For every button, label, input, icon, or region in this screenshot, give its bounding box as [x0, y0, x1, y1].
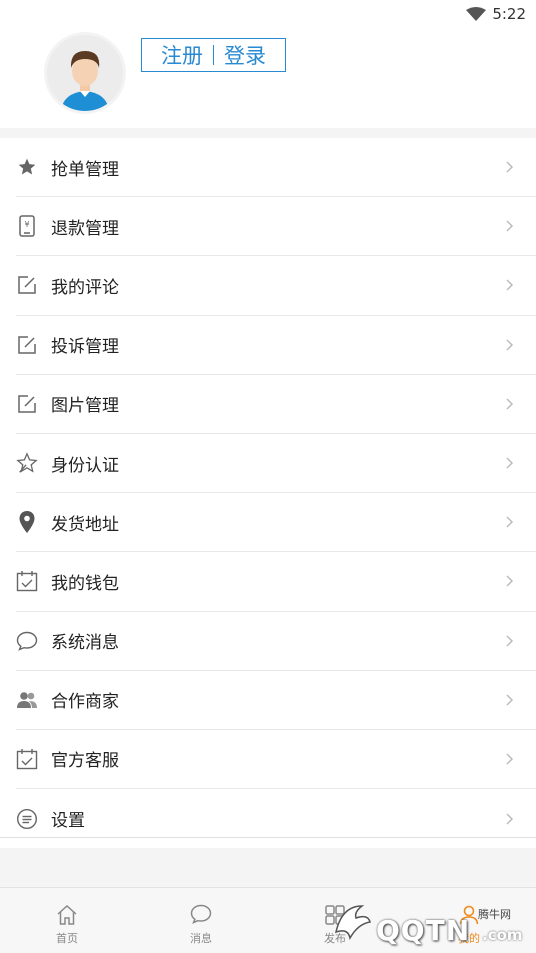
edit-icon — [16, 274, 38, 296]
menu-item-label: 发货地址 — [51, 514, 119, 535]
menu-item-my-reviews[interactable]: 我的评论 — [16, 256, 536, 316]
chat-bubble-icon — [16, 630, 38, 652]
edit-icon — [16, 393, 38, 415]
login-button[interactable]: 登录 — [224, 40, 266, 70]
menu-item-label: 我的钱包 — [51, 573, 119, 594]
chevron-right-icon — [506, 813, 514, 825]
tab-messages[interactable]: 消息 — [156, 888, 246, 953]
menu-item-label: 身份认证 — [51, 455, 119, 476]
chevron-right-icon — [506, 220, 514, 232]
calendar-check-icon — [16, 570, 38, 592]
menu-item-grab-orders[interactable]: 抢单管理 — [16, 138, 536, 198]
watermark-com-text: .com — [482, 926, 523, 944]
menu-item-settings[interactable]: 设置 — [16, 789, 536, 848]
watermark: QQTN 腾牛网 .com — [328, 896, 528, 947]
menu-item-system-messages[interactable]: 系统消息 — [16, 612, 536, 671]
chevron-right-icon — [506, 516, 514, 528]
chevron-right-icon — [506, 398, 514, 410]
menu-item-identity[interactable]: 身份认证 — [16, 434, 536, 494]
tab-home[interactable]: 首页 — [22, 888, 112, 953]
star-outline-icon — [16, 452, 38, 474]
chevron-right-icon — [506, 575, 514, 587]
menu-list: 抢单管理 ¥ 退款管理 我的评论 投诉管理 图片管理 身份认证 发货地址 我的钱… — [0, 138, 536, 849]
menu-item-label: 抢单管理 — [51, 159, 119, 180]
watermark-logo-icon — [334, 905, 371, 941]
location-pin-icon — [16, 511, 38, 534]
star-icon — [16, 156, 38, 178]
chevron-right-icon — [506, 279, 514, 291]
avatar-person-icon — [47, 35, 123, 111]
users-icon — [16, 689, 38, 711]
chevron-right-icon — [506, 753, 514, 765]
menu-item-customer-service[interactable]: 官方客服 — [16, 730, 536, 790]
menu-item-label: 图片管理 — [51, 396, 119, 417]
status-time: 5:22 — [492, 5, 526, 23]
profile-header: 注册 登录 — [0, 28, 536, 128]
menu-item-label: 系统消息 — [51, 633, 119, 654]
edit-icon — [16, 334, 38, 356]
chevron-right-icon — [506, 339, 514, 351]
chevron-right-icon — [506, 457, 514, 469]
watermark-text: QQTN — [376, 914, 471, 947]
calendar-check-icon — [16, 748, 38, 770]
settings-bubble-icon — [16, 808, 38, 830]
phone-yen-icon: ¥ — [16, 215, 38, 238]
menu-item-label: 合作商家 — [51, 692, 119, 713]
menu-item-wallet[interactable]: 我的钱包 — [16, 552, 536, 612]
menu-item-label: 设置 — [51, 811, 85, 832]
auth-divider — [213, 45, 214, 65]
wifi-icon — [466, 7, 486, 21]
menu-item-partners[interactable]: 合作商家 — [16, 671, 536, 730]
chevron-right-icon — [506, 161, 514, 173]
menu-item-label: 官方客服 — [51, 751, 119, 772]
svg-text:¥: ¥ — [24, 220, 29, 229]
menu-divider — [0, 837, 536, 838]
chevron-right-icon — [506, 694, 514, 706]
menu-item-label: 退款管理 — [51, 218, 119, 239]
menu-item-label: 我的评论 — [51, 277, 119, 298]
register-button[interactable]: 注册 — [161, 40, 203, 70]
avatar[interactable] — [44, 32, 126, 114]
menu-item-complaints[interactable]: 投诉管理 — [16, 316, 536, 375]
menu-item-images[interactable]: 图片管理 — [16, 375, 536, 434]
watermark-cn-text: 腾牛网 — [478, 908, 511, 921]
auth-buttons: 注册 登录 — [141, 38, 286, 72]
menu-item-refunds[interactable]: ¥ 退款管理 — [16, 197, 536, 257]
menu-item-label: 投诉管理 — [51, 337, 119, 358]
chevron-right-icon — [506, 635, 514, 647]
tab-label: 首页 — [56, 932, 78, 945]
status-bar: 5:22 — [0, 0, 536, 28]
tab-label: 消息 — [190, 932, 212, 945]
menu-item-shipping-address[interactable]: 发货地址 — [16, 493, 536, 553]
home-icon — [22, 904, 112, 926]
message-icon — [156, 904, 246, 926]
